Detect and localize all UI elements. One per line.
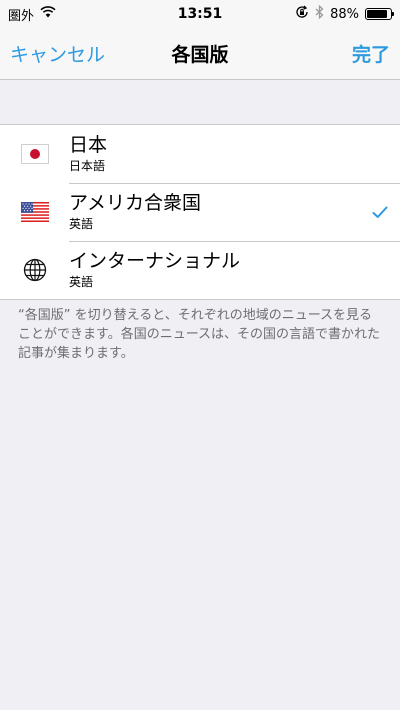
done-button[interactable]: 完了: [352, 40, 390, 67]
edition-title: アメリカ合衆国: [69, 192, 202, 214]
edition-text: インターナショナル 英語: [69, 250, 360, 290]
battery-fill: [367, 10, 388, 18]
status-bar: 圏外 13:51 88%: [0, 0, 400, 28]
rotation-lock-icon: [295, 5, 309, 23]
checkmark-icon: [360, 206, 400, 219]
us-flag-icon: [0, 202, 69, 222]
battery-percent: 88%: [330, 6, 359, 22]
edition-language: 日本語: [69, 159, 106, 173]
status-left: 圏外: [8, 5, 56, 24]
edition-row-united-states[interactable]: アメリカ合衆国 英語: [0, 183, 400, 241]
japan-flag-icon: [0, 144, 69, 164]
edition-title: インターナショナル: [69, 250, 241, 272]
edition-language: 英語: [69, 275, 94, 289]
edition-text: アメリカ合衆国 英語: [69, 192, 360, 232]
carrier-label: 圏外: [8, 8, 35, 24]
edition-row-international[interactable]: インターナショナル 英語: [0, 241, 400, 299]
cancel-button[interactable]: キャンセル: [10, 40, 105, 67]
navigation-bar: キャンセル 各国版 完了: [0, 28, 400, 80]
status-right: 88%: [295, 4, 394, 23]
edition-text: 日本 日本語: [69, 134, 360, 174]
edition-title: 日本: [69, 134, 108, 156]
bluetooth-icon: [315, 4, 324, 23]
edition-list: 日本 日本語 アメリカ合衆国 英語 インターナショナル 英語: [0, 124, 400, 300]
globe-icon: [0, 258, 69, 282]
wifi-icon: [40, 6, 56, 22]
edition-language: 英語: [69, 217, 94, 231]
edition-row-japan[interactable]: 日本 日本語: [0, 125, 400, 183]
footer-note: “各国版” を切り替えると、それぞれの地域のニュースを見ることができます。各国の…: [18, 308, 381, 361]
battery-icon: [365, 8, 394, 20]
